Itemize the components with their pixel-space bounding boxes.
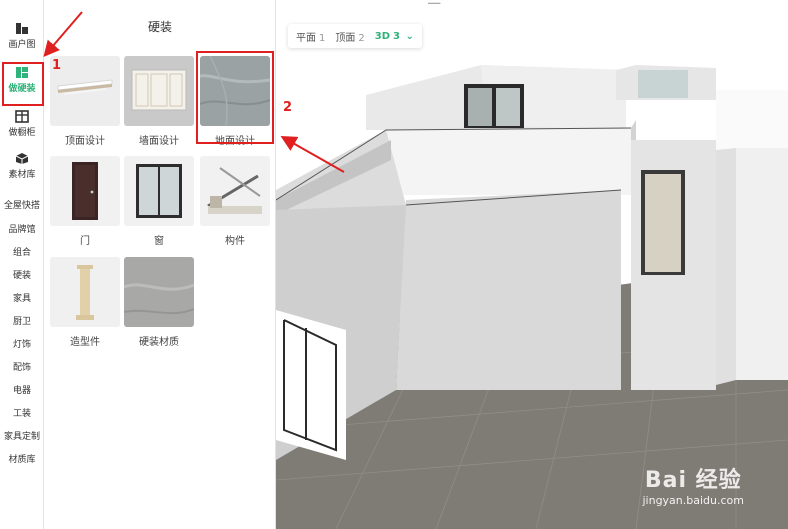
rail-category-decor[interactable]: 配饰 <box>0 360 44 373</box>
tile-molding[interactable]: 造型件 <box>50 257 120 348</box>
rail-item-label: 做橱柜 <box>8 128 36 138</box>
rail-category-combo[interactable]: 组合 <box>0 245 44 258</box>
rail-item-label: 画户图 <box>8 40 36 50</box>
rail-item-cabinet[interactable]: 做橱柜 <box>0 110 44 138</box>
rail-category-brand[interactable]: 品牌馆 <box>0 222 44 235</box>
tile-label: 门 <box>80 236 90 247</box>
tile-window[interactable]: 窗 <box>124 156 194 247</box>
door-icon <box>50 156 120 226</box>
watermark: Bai 经验 jingyan.baidu.com <box>642 462 744 507</box>
annotation-box-1 <box>2 62 44 106</box>
tile-label: 墙面设计 <box>139 136 179 147</box>
tab-3d[interactable]: 3D 3 ⌄ <box>375 31 414 42</box>
tab-ceiling[interactable]: 顶面 2 <box>335 29 364 44</box>
component-icon <box>200 156 270 226</box>
3d-viewport[interactable]: ▁▁ 平面1 顶面2 3D3 ⌄ Bai 经验 jingyan.baidu.co… <box>276 0 788 529</box>
annotation-label-2: 2 <box>283 100 293 115</box>
rail-category-quickbuild[interactable]: 全屋快搭 <box>0 198 44 211</box>
tile-label: 顶面设计 <box>65 136 105 147</box>
cabinet-icon <box>15 110 29 123</box>
rail-category-hardfit[interactable]: 硬装 <box>0 268 44 281</box>
rail-category-workwear[interactable]: 工装 <box>0 406 44 419</box>
toolbar-remnant: ▁▁ <box>428 0 440 4</box>
tile-label: 硬装材质 <box>139 337 179 348</box>
tile-door[interactable]: 门 <box>50 156 120 247</box>
watermark-url: jingyan.baidu.com <box>642 494 744 507</box>
tile-component[interactable]: 构件 <box>200 156 270 247</box>
rail-item-floorplan[interactable]: 画户图 <box>0 22 44 50</box>
annotation-box-2 <box>196 51 274 144</box>
panel-title: 硬装 <box>147 20 172 34</box>
tile-label: 构件 <box>225 236 245 247</box>
wall-design-icon <box>124 56 194 126</box>
molding-icon <box>50 257 120 327</box>
rail-item-library[interactable]: 素材库 <box>0 152 44 180</box>
tile-label: 窗 <box>154 236 164 247</box>
cube-icon <box>15 153 29 164</box>
rail-category-furniture[interactable]: 家具 <box>0 291 44 304</box>
rail-category-appliance[interactable]: 电器 <box>0 383 44 396</box>
rail-item-label: 素材库 <box>8 170 36 180</box>
floorplan-icon <box>16 23 28 34</box>
material-icon <box>124 257 194 327</box>
window-icon <box>124 156 194 226</box>
tile-material[interactable]: 硬装材质 <box>124 257 194 348</box>
rail-category-lighting[interactable]: 灯饰 <box>0 337 44 350</box>
rail-category-custom[interactable]: 家具定制 <box>0 429 44 442</box>
tile-wall-design[interactable]: 墙面设计 <box>124 56 194 147</box>
view-tabs: 平面 1 顶面 2 3D 3 ⌄ <box>288 24 422 48</box>
annotation-label-1: 1 <box>52 58 62 73</box>
top-toolbar-strip: ▁▁ <box>276 0 788 6</box>
rail-category-material[interactable]: 材质库 <box>0 452 44 465</box>
rail-category-kitchen-bath[interactable]: 厨卫 <box>0 314 44 327</box>
watermark-logo: Bai 经验 <box>644 468 742 493</box>
tab-plan[interactable]: 平面 1 <box>296 29 325 44</box>
chevron-down-icon: ⌄ <box>405 30 414 42</box>
3d-scene <box>276 65 788 529</box>
tile-label: 造型件 <box>70 337 100 348</box>
